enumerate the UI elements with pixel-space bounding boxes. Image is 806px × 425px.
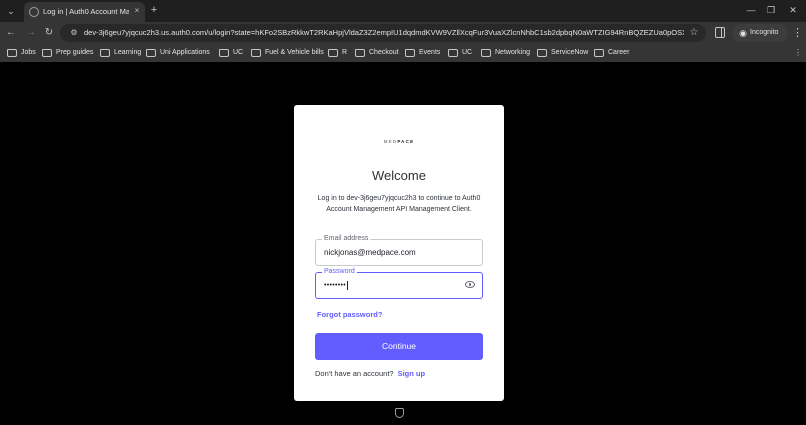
no-account-text: Don't have an account?: [315, 369, 394, 378]
text-caret: [347, 280, 349, 290]
bookmark-label: Prep guides: [56, 49, 94, 56]
side-panel-icon[interactable]: [715, 27, 725, 38]
browser-toolbar: ← → ↻ ⚙ dev-3j6geu7yjqcuc2h3.us.auth0.co…: [0, 22, 806, 44]
password-value[interactable]: ••••••••: [324, 280, 349, 291]
bookmark-label: Events: [419, 49, 441, 56]
email-label: Email address: [322, 234, 371, 244]
bookmark-folder[interactable]: Prep guides: [42, 47, 93, 59]
bookmark-folder[interactable]: UC: [448, 47, 472, 59]
page-title: Welcome: [372, 168, 426, 183]
close-window-button[interactable]: ✕: [786, 4, 800, 16]
folder-icon: [405, 49, 415, 57]
tab-search-icon[interactable]: ⌄: [4, 4, 18, 18]
star-icon[interactable]: ☆: [688, 27, 700, 39]
bookmark-folder[interactable]: R: [328, 47, 347, 59]
folder-icon: [100, 49, 110, 57]
signup-row: Don't have an account? Sign up: [315, 369, 425, 379]
signup-link[interactable]: Sign up: [398, 369, 426, 378]
bookmark-folder[interactable]: Learning: [100, 47, 141, 59]
folder-icon: [146, 49, 156, 57]
shield-icon: [395, 408, 404, 418]
folder-icon: [251, 49, 261, 57]
bookmark-folder[interactable]: UC: [219, 47, 243, 59]
browser-tab[interactable]: Log in | Auth0 Account Manage ×: [24, 2, 145, 22]
bookmark-label: Career: [608, 49, 630, 56]
forward-icon[interactable]: →: [24, 26, 38, 40]
bookmark-label: R: [342, 49, 348, 56]
page-viewport: MEDPACE Welcome Log in to dev-3j6geu7yjq…: [0, 62, 806, 425]
email-field[interactable]: Email address nickjonas@medpace.com: [315, 234, 483, 266]
password-field[interactable]: Password ••••••••: [315, 267, 483, 299]
bookmark-folder[interactable]: Networking: [481, 47, 530, 59]
bookmark-folder[interactable]: Fuel & Vehicle bills: [251, 47, 324, 59]
bookmark-label: UC: [233, 49, 244, 56]
incognito-badge[interactable]: ◉ Incognito: [732, 24, 788, 42]
back-icon[interactable]: ←: [4, 26, 18, 40]
tab-title: Log in | Auth0 Account Manage: [43, 7, 129, 16]
maximize-button[interactable]: ❐: [764, 4, 778, 16]
tab-favicon-icon: [29, 7, 39, 17]
bookmarks-bar: Jobs Prep guides Learning Uni Applicatio…: [0, 44, 806, 62]
eye-icon[interactable]: [465, 281, 475, 288]
folder-icon: [355, 49, 365, 57]
reload-icon[interactable]: ↻: [42, 26, 56, 40]
folder-icon: [594, 49, 604, 57]
folder-icon: [328, 49, 338, 57]
minimize-button[interactable]: —: [744, 4, 758, 16]
bookmark-label: Uni Applications: [160, 49, 210, 56]
bookmark-label: Jobs: [21, 49, 36, 56]
login-description: Log in to dev-3j6geu7yjqcuc2h3 to contin…: [317, 195, 481, 213]
password-mask: ••••••••: [324, 282, 347, 289]
bookmark-label: Fuel & Vehicle bills: [265, 49, 324, 56]
continue-button[interactable]: Continue: [315, 333, 483, 360]
site-info-icon[interactable]: ⚙: [68, 27, 80, 39]
login-card: MEDPACE Welcome Log in to dev-3j6geu7yjq…: [294, 105, 504, 401]
folder-icon: [7, 49, 17, 57]
bookmark-label: UC: [462, 49, 473, 56]
tab-strip: ⌄ Log in | Auth0 Account Manage × + — ❐ …: [0, 0, 806, 22]
brand-logo: MEDPACE: [294, 139, 504, 144]
menu-icon[interactable]: ⋮: [792, 26, 803, 40]
address-bar[interactable]: ⚙ dev-3j6geu7yjqcuc2h3.us.auth0.com/u/lo…: [60, 24, 706, 42]
url-text[interactable]: dev-3j6geu7yjqcuc2h3.us.auth0.com/u/logi…: [84, 27, 684, 39]
folder-icon: [42, 49, 52, 57]
folder-icon: [537, 49, 547, 57]
bookmarks-overflow-icon[interactable]: ⋮: [794, 47, 802, 59]
brand-logo-prefix: MED: [383, 139, 398, 144]
folder-icon: [448, 49, 458, 57]
bookmark-label: Checkout: [369, 49, 399, 56]
folder-icon: [219, 49, 229, 57]
email-value[interactable]: nickjonas@medpace.com: [324, 248, 416, 258]
folder-icon: [481, 49, 491, 57]
bookmark-folder[interactable]: Jobs: [7, 47, 36, 59]
bookmark-label: Learning: [114, 49, 142, 56]
bookmark-label: ServiceNow: [551, 49, 589, 56]
incognito-label: Incognito: [750, 29, 779, 36]
incognito-icon: ◉: [739, 28, 747, 38]
password-label: Password: [322, 267, 357, 277]
bookmark-label: Networking: [495, 49, 531, 56]
bookmark-folder[interactable]: Checkout: [355, 47, 399, 59]
forgot-password-link[interactable]: Forgot password?: [317, 310, 382, 320]
bookmark-folder[interactable]: Career: [594, 47, 629, 59]
tab-close-icon[interactable]: ×: [131, 5, 143, 17]
new-tab-button[interactable]: +: [148, 4, 160, 16]
bookmark-folder[interactable]: Events: [405, 47, 440, 59]
bookmark-folder[interactable]: Uni Applications: [146, 47, 210, 59]
brand-logo-suffix: PACE: [397, 139, 415, 144]
bookmark-folder[interactable]: ServiceNow: [537, 47, 588, 59]
